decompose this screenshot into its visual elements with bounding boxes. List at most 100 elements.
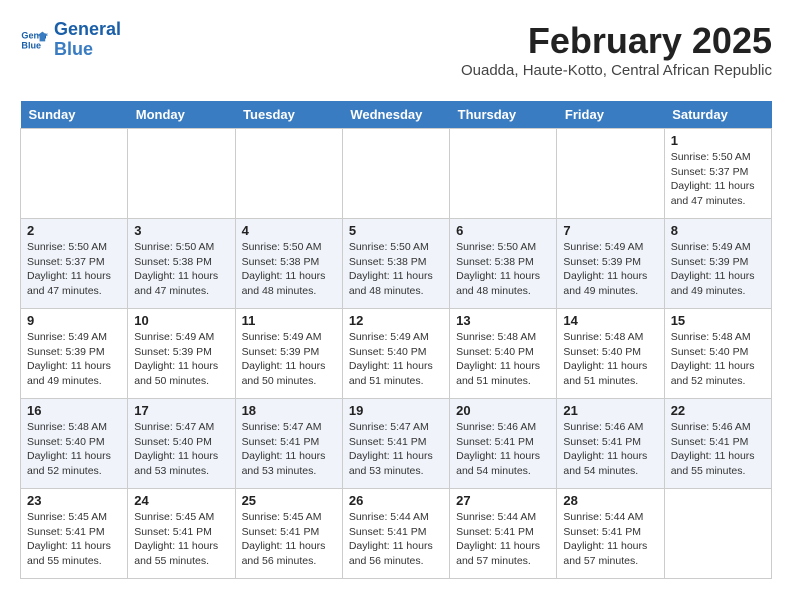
calendar-cell: 5 Sunrise: 5:50 AM Sunset: 5:38 PM Daylig… (342, 219, 449, 309)
day-info: Sunrise: 5:49 AM Sunset: 5:39 PM Dayligh… (563, 240, 657, 299)
day-info: Sunrise: 5:49 AM Sunset: 5:39 PM Dayligh… (134, 330, 228, 389)
calendar-cell (235, 129, 342, 219)
day-info: Sunrise: 5:47 AM Sunset: 5:40 PM Dayligh… (134, 420, 228, 479)
day-number: 27 (456, 493, 550, 508)
day-number: 26 (349, 493, 443, 508)
day-info: Sunrise: 5:45 AM Sunset: 5:41 PM Dayligh… (27, 510, 121, 569)
title-section: February 2025 Ouadda, Haute-Kotto, Centr… (461, 20, 772, 89)
calendar-cell: 19Sunrise: 5:47 AM Sunset: 5:41 PM Dayli… (342, 399, 449, 489)
day-info: Sunrise: 5:49 AM Sunset: 5:40 PM Dayligh… (349, 330, 443, 389)
day-number: 8 (671, 223, 765, 238)
logo: General Blue General Blue (20, 20, 121, 60)
calendar-week-row: 1 Sunrise: 5:50 AM Sunset: 5:37 PM Daylig… (21, 129, 772, 219)
day-number: 21 (563, 403, 657, 418)
calendar-cell: 27Sunrise: 5:44 AM Sunset: 5:41 PM Dayli… (450, 489, 557, 579)
calendar-table: SundayMondayTuesdayWednesdayThursdayFrid… (20, 101, 772, 579)
calendar-cell: 22 Sunrise: 5:46 AM Sunset: 5:41 PM Dayli… (664, 399, 771, 489)
calendar-week-row: 16 Sunrise: 5:48 AM Sunset: 5:40 PM Dayli… (21, 399, 772, 489)
calendar-cell (664, 489, 771, 579)
day-info: Sunrise: 5:46 AM Sunset: 5:41 PM Dayligh… (563, 420, 657, 479)
day-number: 6 (456, 223, 550, 238)
svg-text:Blue: Blue (21, 40, 41, 50)
day-info: Sunrise: 5:47 AM Sunset: 5:41 PM Dayligh… (242, 420, 336, 479)
day-number: 9 (27, 313, 121, 328)
day-info: Sunrise: 5:50 AM Sunset: 5:37 PM Dayligh… (27, 240, 121, 299)
calendar-cell (128, 129, 235, 219)
header-thursday: Thursday (450, 101, 557, 129)
header-tuesday: Tuesday (235, 101, 342, 129)
day-number: 17 (134, 403, 228, 418)
calendar-cell: 9 Sunrise: 5:49 AM Sunset: 5:39 PM Daylig… (21, 309, 128, 399)
day-info: Sunrise: 5:50 AM Sunset: 5:38 PM Dayligh… (134, 240, 228, 299)
calendar-cell: 10 Sunrise: 5:49 AM Sunset: 5:39 PM Dayli… (128, 309, 235, 399)
day-info: Sunrise: 5:44 AM Sunset: 5:41 PM Dayligh… (349, 510, 443, 569)
calendar-cell: 15Sunrise: 5:48 AM Sunset: 5:40 PM Dayli… (664, 309, 771, 399)
day-info: Sunrise: 5:46 AM Sunset: 5:41 PM Dayligh… (671, 420, 765, 479)
day-info: Sunrise: 5:49 AM Sunset: 5:39 PM Dayligh… (27, 330, 121, 389)
calendar-cell: 18 Sunrise: 5:47 AM Sunset: 5:41 PM Dayli… (235, 399, 342, 489)
logo-text: General Blue (54, 20, 121, 60)
header-sunday: Sunday (21, 101, 128, 129)
day-info: Sunrise: 5:45 AM Sunset: 5:41 PM Dayligh… (134, 510, 228, 569)
day-number: 14 (563, 313, 657, 328)
calendar-cell (342, 129, 449, 219)
calendar-cell: 28 Sunrise: 5:44 AM Sunset: 5:41 PM Dayli… (557, 489, 664, 579)
calendar-week-row: 9 Sunrise: 5:49 AM Sunset: 5:39 PM Daylig… (21, 309, 772, 399)
day-info: Sunrise: 5:50 AM Sunset: 5:38 PM Dayligh… (456, 240, 550, 299)
calendar-cell: 24 Sunrise: 5:45 AM Sunset: 5:41 PM Dayli… (128, 489, 235, 579)
calendar-cell: 21 Sunrise: 5:46 AM Sunset: 5:41 PM Dayli… (557, 399, 664, 489)
day-number: 15 (671, 313, 765, 328)
day-number: 16 (27, 403, 121, 418)
day-info: Sunrise: 5:48 AM Sunset: 5:40 PM Dayligh… (456, 330, 550, 389)
day-number: 12 (349, 313, 443, 328)
day-info: Sunrise: 5:50 AM Sunset: 5:38 PM Dayligh… (242, 240, 336, 299)
calendar-cell: 1 Sunrise: 5:50 AM Sunset: 5:37 PM Daylig… (664, 129, 771, 219)
day-number: 3 (134, 223, 228, 238)
calendar-cell (21, 129, 128, 219)
calendar-cell: 3 Sunrise: 5:50 AM Sunset: 5:38 PM Daylig… (128, 219, 235, 309)
calendar-cell: 16 Sunrise: 5:48 AM Sunset: 5:40 PM Dayli… (21, 399, 128, 489)
day-info: Sunrise: 5:44 AM Sunset: 5:41 PM Dayligh… (563, 510, 657, 569)
calendar-cell: 17 Sunrise: 5:47 AM Sunset: 5:40 PM Dayli… (128, 399, 235, 489)
day-info: Sunrise: 5:50 AM Sunset: 5:37 PM Dayligh… (671, 150, 765, 209)
day-info: Sunrise: 5:49 AM Sunset: 5:39 PM Dayligh… (671, 240, 765, 299)
calendar-cell: 12 Sunrise: 5:49 AM Sunset: 5:40 PM Dayli… (342, 309, 449, 399)
day-number: 10 (134, 313, 228, 328)
header-monday: Monday (128, 101, 235, 129)
calendar-cell: 14 Sunrise: 5:48 AM Sunset: 5:40 PM Dayli… (557, 309, 664, 399)
day-number: 2 (27, 223, 121, 238)
header-wednesday: Wednesday (342, 101, 449, 129)
day-number: 5 (349, 223, 443, 238)
calendar-header-row: SundayMondayTuesdayWednesdayThursdayFrid… (21, 101, 772, 129)
calendar-cell: 13 Sunrise: 5:48 AM Sunset: 5:40 PM Dayli… (450, 309, 557, 399)
day-number: 28 (563, 493, 657, 508)
day-number: 11 (242, 313, 336, 328)
day-number: 23 (27, 493, 121, 508)
calendar-cell: 2 Sunrise: 5:50 AM Sunset: 5:37 PM Daylig… (21, 219, 128, 309)
page-title: February 2025 (461, 20, 772, 62)
day-info: Sunrise: 5:48 AM Sunset: 5:40 PM Dayligh… (27, 420, 121, 479)
day-number: 24 (134, 493, 228, 508)
day-number: 4 (242, 223, 336, 238)
calendar-cell: 4 Sunrise: 5:50 AM Sunset: 5:38 PM Daylig… (235, 219, 342, 309)
calendar-cell: 26 Sunrise: 5:44 AM Sunset: 5:41 PM Dayli… (342, 489, 449, 579)
day-number: 18 (242, 403, 336, 418)
calendar-cell: 20 Sunrise: 5:46 AM Sunset: 5:41 PM Dayli… (450, 399, 557, 489)
day-number: 20 (456, 403, 550, 418)
day-info: Sunrise: 5:46 AM Sunset: 5:41 PM Dayligh… (456, 420, 550, 479)
calendar-cell: 25 Sunrise: 5:45 AM Sunset: 5:41 PM Dayli… (235, 489, 342, 579)
calendar-cell (450, 129, 557, 219)
day-number: 22 (671, 403, 765, 418)
page-subtitle: Ouadda, Haute-Kotto, Central African Rep… (461, 62, 772, 79)
day-number: 19 (349, 403, 443, 418)
day-info: Sunrise: 5:48 AM Sunset: 5:40 PM Dayligh… (563, 330, 657, 389)
day-number: 7 (563, 223, 657, 238)
calendar-cell (557, 129, 664, 219)
day-number: 1 (671, 133, 765, 148)
day-number: 25 (242, 493, 336, 508)
day-info: Sunrise: 5:45 AM Sunset: 5:41 PM Dayligh… (242, 510, 336, 569)
day-number: 13 (456, 313, 550, 328)
calendar-week-row: 23 Sunrise: 5:45 AM Sunset: 5:41 PM Dayli… (21, 489, 772, 579)
day-info: Sunrise: 5:50 AM Sunset: 5:38 PM Dayligh… (349, 240, 443, 299)
calendar-cell: 11Sunrise: 5:49 AM Sunset: 5:39 PM Dayli… (235, 309, 342, 399)
